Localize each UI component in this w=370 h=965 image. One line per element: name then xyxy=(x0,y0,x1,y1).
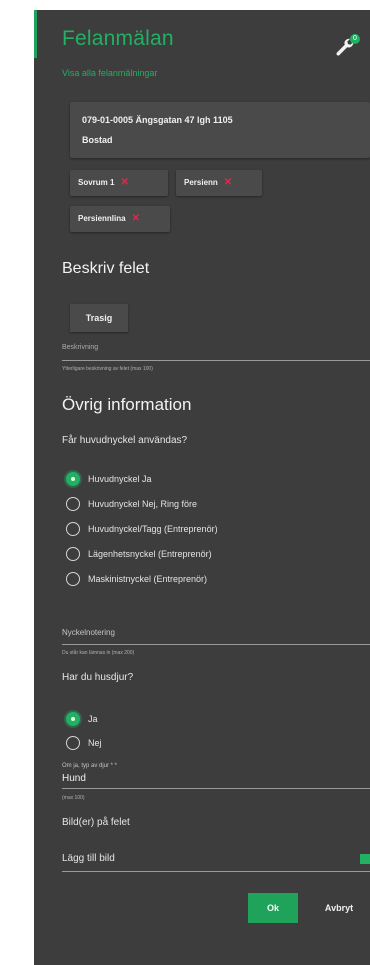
room-chip-persienn: Persienn ✕ xyxy=(176,170,262,196)
pet-type-hint: (max 100) xyxy=(62,795,85,801)
radio-label: Lägenhetsnyckel (Entreprenör) xyxy=(88,549,212,559)
radio-unselected[interactable] xyxy=(66,572,80,586)
radio-label: Maskinistnyckel (Entreprenör) xyxy=(88,574,208,584)
room-chip-label: Sovrum 1 xyxy=(78,178,115,187)
radio-apartment-key[interactable]: Lägenhetsnyckel (Entreprenör) xyxy=(66,545,212,563)
key-note-hint: Du står kan lämnas in (max 200) xyxy=(62,650,135,656)
radio-pets-yes[interactable]: Ja xyxy=(66,710,98,728)
description-label: Beskrivning xyxy=(62,344,99,351)
radio-key-tag-contractor[interactable]: Huvudnyckel/Tagg (Entreprenör) xyxy=(66,520,218,538)
add-image-underline xyxy=(62,871,370,872)
images-label: Bild(er) på felet xyxy=(62,817,130,828)
other-info-heading: Övrig information xyxy=(62,395,192,414)
accent-bar xyxy=(34,10,37,58)
remove-item-icon[interactable]: ✕ xyxy=(224,177,232,188)
description-hint: Ytterligare beskrivning av felet (max 10… xyxy=(62,366,153,372)
describe-heading: Beskriv felet xyxy=(62,260,150,277)
radio-selected[interactable] xyxy=(66,472,80,486)
radio-pets-no[interactable]: Nej xyxy=(66,734,102,752)
radio-label: Nej xyxy=(88,738,102,748)
tools-button[interactable]: 0 xyxy=(334,34,360,60)
key-note-label: Nyckelnotering xyxy=(62,628,115,637)
room-chip-sovrum: Sovrum 1 ✕ xyxy=(70,170,168,196)
remove-item-icon[interactable]: ✕ xyxy=(132,213,140,224)
fault-report-panel: Felanmälan Visa alla felanmälningar 0 07… xyxy=(34,10,370,965)
radio-unselected[interactable] xyxy=(66,736,80,750)
object-address: 079-01-0005 Ängsgatan 47 lgh 1105 xyxy=(82,115,233,125)
radio-label: Huvudnyckel/Tagg (Entreprenör) xyxy=(88,524,218,534)
add-image-icon[interactable] xyxy=(360,854,370,864)
radio-key-yes[interactable]: Huvudnyckel Ja xyxy=(66,470,152,488)
description-input[interactable] xyxy=(62,360,370,361)
radio-machinist-key[interactable]: Maskinistnyckel (Entreprenör) xyxy=(66,570,207,588)
radio-key-no-call[interactable]: Huvudnyckel Nej, Ring före xyxy=(66,495,197,513)
object-type: Bostad xyxy=(82,135,113,145)
room-chip-persiennlina: Persiennlina ✕ xyxy=(70,206,170,232)
object-card: 079-01-0005 Ängsgatan 47 lgh 1105 Bostad… xyxy=(70,102,370,158)
radio-unselected[interactable] xyxy=(66,522,80,536)
add-image-row[interactable]: Lägg till bild xyxy=(62,848,370,872)
radio-label: Ja xyxy=(88,714,98,724)
radio-label: Huvudnyckel Nej, Ring före xyxy=(88,499,198,509)
ok-button[interactable]: Ok xyxy=(248,893,298,923)
pet-type-input[interactable] xyxy=(62,788,370,789)
notification-badge: 0 xyxy=(350,34,360,44)
cancel-button[interactable]: Avbryt xyxy=(314,893,364,923)
pet-type-value[interactable]: Hund xyxy=(62,773,86,784)
key-note-input[interactable] xyxy=(62,644,370,645)
radio-selected[interactable] xyxy=(66,712,80,726)
remove-room-icon[interactable]: ✕ xyxy=(120,177,128,188)
pet-type-label: Om ja, typ av djur * * xyxy=(62,763,118,769)
pets-question: Har du husdjur? xyxy=(62,672,134,683)
room-chip-label: Persiennlina xyxy=(78,214,126,223)
add-image-label: Lägg till bild xyxy=(62,853,115,864)
radio-unselected[interactable] xyxy=(66,547,80,561)
view-all-reports-link[interactable]: Visa alla felanmälningar xyxy=(62,68,157,78)
radio-unselected[interactable] xyxy=(66,497,80,511)
key-question: Får huvudnyckel användas? xyxy=(62,435,188,446)
radio-label: Huvudnyckel Ja xyxy=(88,474,152,484)
room-chip-label: Persienn xyxy=(184,178,218,187)
page-title: Felanmälan xyxy=(62,27,174,50)
fault-type-button[interactable]: Trasig xyxy=(70,304,128,332)
